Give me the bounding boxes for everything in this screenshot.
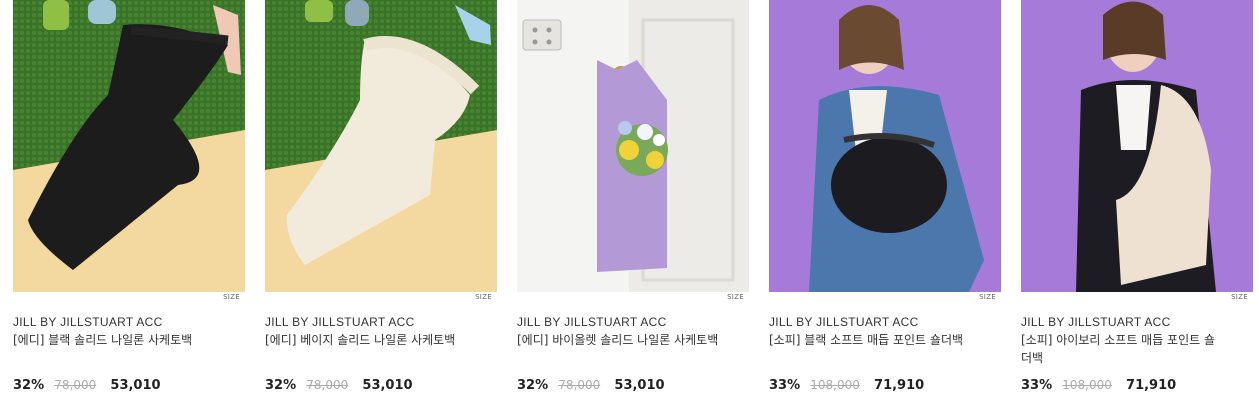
product-brand: JILL BY JILLSTUART ACC — [517, 315, 667, 329]
product-photo-violet-bag — [517, 0, 749, 292]
product-card[interactable]: SIZE JILL BY JILLSTUART ACC [에디] 블랙 솔리드 … — [13, 0, 245, 410]
product-card[interactable]: SIZE JILL BY JILLSTUART ACC [에디] 바이올렛 솔리… — [517, 0, 749, 410]
product-name[interactable]: [에디] 블랙 솔리드 나일론 사케토백 — [13, 331, 218, 349]
discount-rate: 32% — [265, 378, 297, 393]
product-brand: JILL BY JILLSTUART ACC — [1021, 315, 1171, 329]
original-price: 108,000 — [1062, 378, 1112, 392]
original-price: 78,000 — [306, 378, 349, 392]
product-name[interactable]: [소피] 블랙 소프트 매듭 포인트 숄더백 — [769, 331, 974, 349]
product-card[interactable]: SIZE JILL BY JILLSTUART ACC [에디] 베이지 솔리드… — [265, 0, 497, 410]
price-row: 33% 108,000 71,910 — [1021, 378, 1176, 393]
original-price: 78,000 — [558, 378, 601, 392]
discount-rate: 32% — [13, 378, 45, 393]
product-photo-ivory-shoulder-bag — [1021, 0, 1253, 292]
price-row: 32% 78,000 53,010 — [13, 378, 161, 393]
product-image[interactable] — [769, 0, 1001, 292]
product-card[interactable]: SIZE JILL BY JILLSTUART ACC [소피] 블랙 소프트 … — [769, 0, 1001, 410]
price-row: 33% 108,000 71,910 — [769, 378, 924, 393]
product-card[interactable]: SIZE JILL BY JILLSTUART ACC [소피] 아이보리 소프… — [1021, 0, 1253, 410]
sale-price: 71,910 — [874, 378, 925, 393]
size-label[interactable]: SIZE — [727, 293, 744, 301]
product-photo-beige-bag — [265, 0, 497, 292]
sale-price: 53,010 — [362, 378, 413, 393]
sale-price: 53,010 — [110, 378, 161, 393]
product-name[interactable]: [에디] 베이지 솔리드 나일론 사케토백 — [265, 331, 470, 349]
product-name[interactable]: [소피] 아이보리 소프트 매듭 포인트 숄더백 — [1021, 331, 1226, 367]
product-image[interactable] — [1021, 0, 1253, 292]
discount-rate: 32% — [517, 378, 549, 393]
product-brand: JILL BY JILLSTUART ACC — [265, 315, 415, 329]
product-photo-black-shoulder-bag — [769, 0, 1001, 292]
product-image[interactable] — [13, 0, 245, 292]
price-row: 32% 78,000 53,010 — [265, 378, 413, 393]
original-price: 78,000 — [54, 378, 97, 392]
product-name[interactable]: [에디] 바이올렛 솔리드 나일론 사케토백 — [517, 331, 722, 349]
discount-rate: 33% — [1021, 378, 1053, 393]
sale-price: 71,910 — [1126, 378, 1177, 393]
product-image[interactable] — [517, 0, 749, 292]
product-brand: JILL BY JILLSTUART ACC — [769, 315, 919, 329]
discount-rate: 33% — [769, 378, 801, 393]
product-photo-black-bag — [13, 0, 245, 292]
sale-price: 53,010 — [614, 378, 665, 393]
size-label[interactable]: SIZE — [1231, 293, 1248, 301]
product-brand: JILL BY JILLSTUART ACC — [13, 315, 163, 329]
size-label[interactable]: SIZE — [223, 293, 240, 301]
product-grid: SIZE JILL BY JILLSTUART ACC [에디] 블랙 솔리드 … — [13, 0, 1253, 420]
original-price: 108,000 — [810, 378, 860, 392]
price-row: 32% 78,000 53,010 — [517, 378, 665, 393]
size-label[interactable]: SIZE — [979, 293, 996, 301]
size-label[interactable]: SIZE — [475, 293, 492, 301]
product-image[interactable] — [265, 0, 497, 292]
